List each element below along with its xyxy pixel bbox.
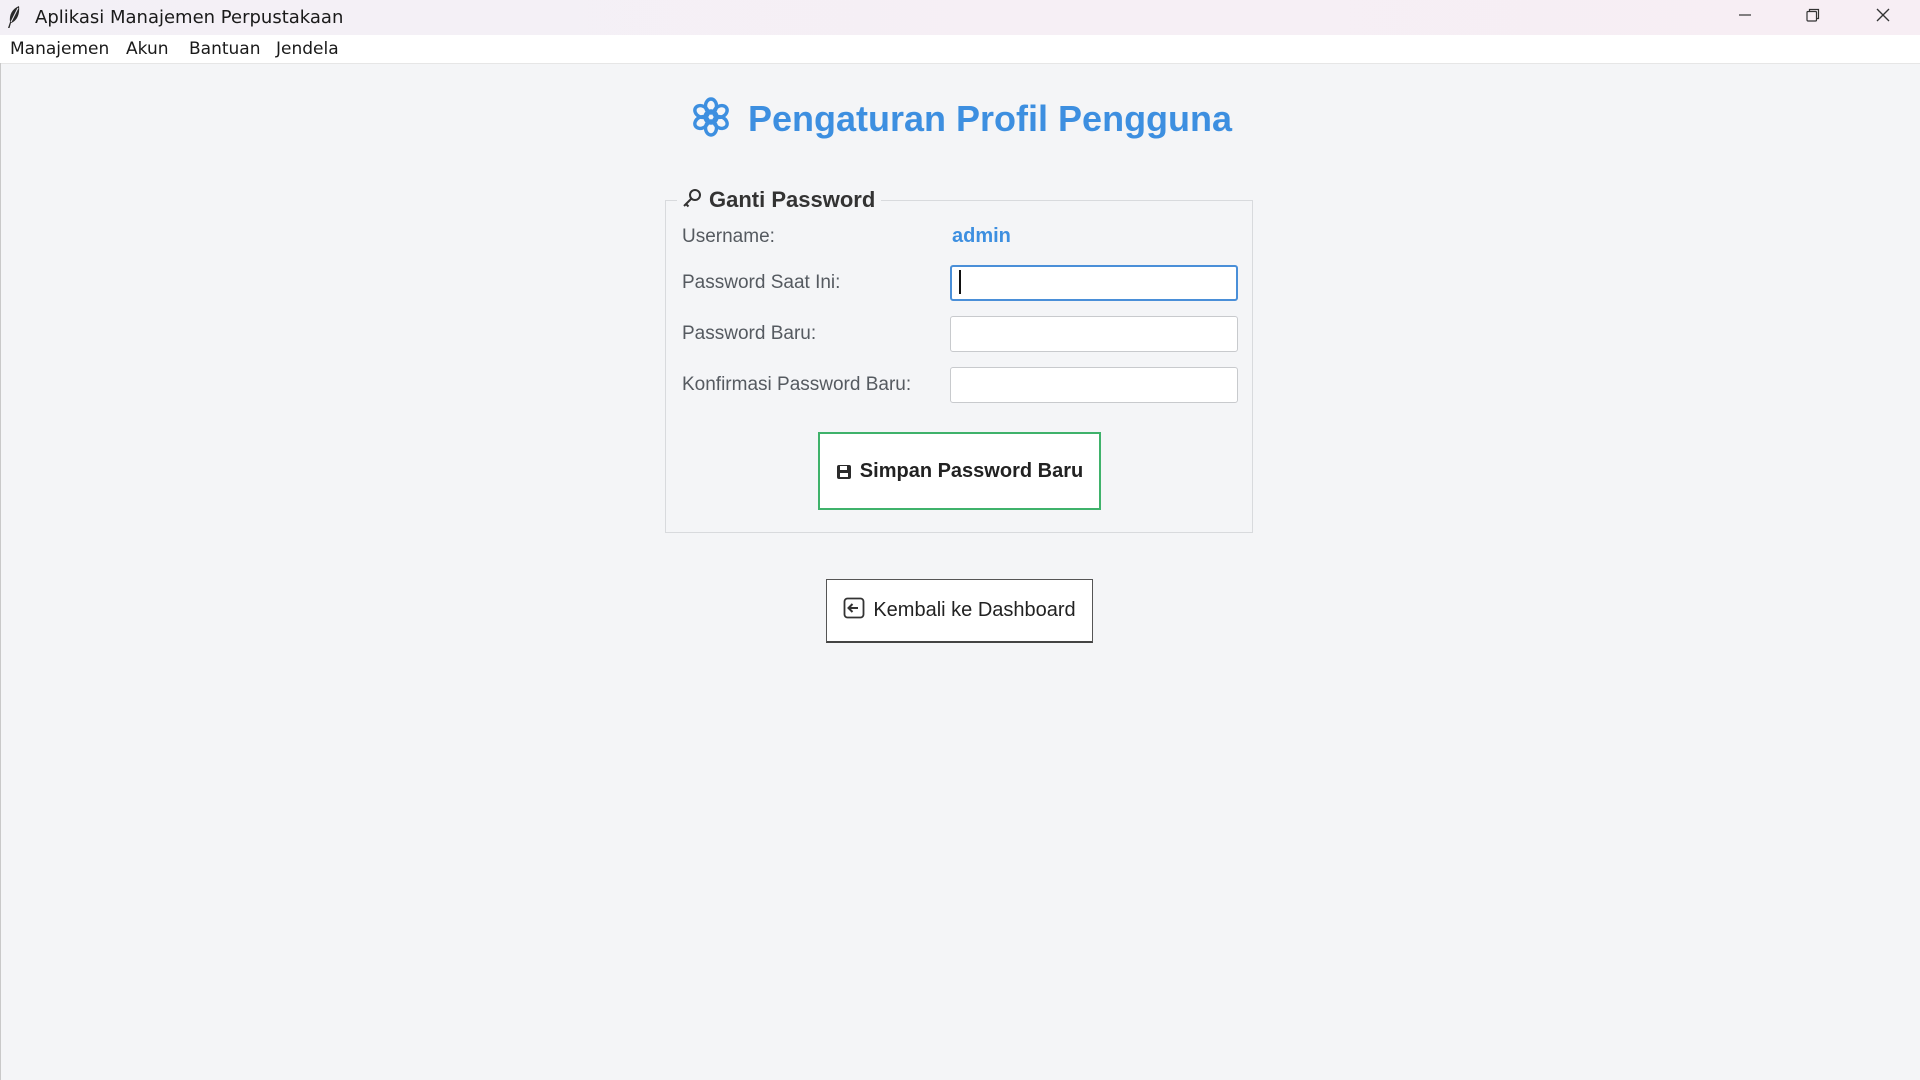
title-bar[interactable]: Aplikasi Manajemen Perpustakaan <box>0 0 1920 35</box>
group-legend: Ganti Password <box>677 186 882 214</box>
gear-icon <box>690 96 732 143</box>
text-caret <box>959 270 961 294</box>
menu-item-jendela[interactable]: Jendela <box>276 39 339 59</box>
menu-item-bantuan[interactable]: Bantuan <box>189 39 261 59</box>
confirm-password-label: Konfirmasi Password Baru: <box>682 374 912 395</box>
menu-bar: Manajemen Akun Bantuan Jendela <box>0 35 1920 64</box>
menu-item-akun[interactable]: Akun <box>126 39 169 59</box>
username-value: admin <box>952 225 1011 247</box>
new-password-input[interactable] <box>950 316 1238 352</box>
page-header: Pengaturan Profil Pengguna <box>690 96 1232 142</box>
confirm-password-input[interactable] <box>950 367 1238 403</box>
window-title: Aplikasi Manajemen Perpustakaan <box>35 7 344 28</box>
current-password-input[interactable] <box>950 265 1238 301</box>
page-title: Pengaturan Profil Pengguna <box>748 98 1233 139</box>
menu-item-manajemen[interactable]: Manajemen <box>10 39 109 59</box>
save-password-label: Simpan Password Baru <box>859 459 1084 482</box>
window-border <box>0 63 1 1080</box>
floppy-disk-icon <box>836 458 852 485</box>
group-legend-label: Ganti Password <box>709 187 876 212</box>
username-label: Username: <box>682 226 775 247</box>
arrow-left-box-icon <box>843 597 865 624</box>
app-window: Aplikasi Manajemen Perpustakaan Manajeme… <box>0 0 1920 1080</box>
key-icon <box>681 187 703 214</box>
restore-icon <box>1805 7 1821 28</box>
feather-icon <box>6 5 22 29</box>
close-icon <box>1875 7 1891 28</box>
save-password-button[interactable]: Simpan Password Baru <box>818 432 1101 510</box>
minimize-icon <box>1737 7 1753 28</box>
maximize-button[interactable] <box>1778 0 1848 35</box>
new-password-label: Password Baru: <box>682 323 817 344</box>
back-to-dashboard-button[interactable]: Kembali ke Dashboard <box>826 579 1093 643</box>
back-to-dashboard-label: Kembali ke Dashboard <box>873 599 1076 621</box>
close-button[interactable] <box>1848 0 1918 35</box>
current-password-label: Password Saat Ini: <box>682 272 841 293</box>
minimize-button[interactable] <box>1710 0 1780 35</box>
